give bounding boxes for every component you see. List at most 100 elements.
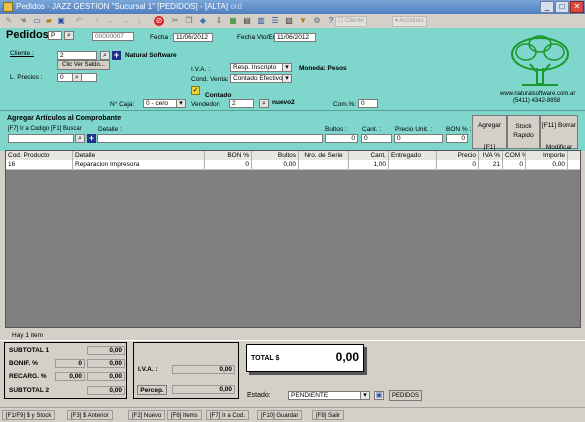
iva-label: I.V.A. : xyxy=(191,66,210,73)
shortcut-anterior[interactable]: [F3] $ Anterior xyxy=(67,410,113,420)
recarg-pct[interactable]: 0,00 xyxy=(55,372,85,381)
contado-checkbox[interactable]: ✓ xyxy=(191,86,200,95)
codigo-search-button[interactable]: ⌕ xyxy=(75,134,85,143)
iva-total-value: 0,00 xyxy=(172,365,235,374)
items-grid: Cod. Producto Detalle BON % Bultos Nro. … xyxy=(5,150,581,328)
toolbar: ✎ ☚ ▭ ▰ ▣ ↶ ↑ ← → ↓ ⊘ ✂ ❐ ◆ ⇩ ▦ ▤ ▥ ☰ ▧ … xyxy=(0,14,585,29)
acciones-toolbar-button[interactable]: ▾ Acciones xyxy=(392,16,427,27)
column-header[interactable]: COM % xyxy=(503,151,526,160)
cliente-field[interactable]: 2 xyxy=(57,51,97,60)
fecha-field[interactable]: 11/06/2012 xyxy=(173,33,213,42)
cell-codigo: 16 xyxy=(6,160,73,169)
report-icon[interactable]: ▧ xyxy=(284,16,294,26)
borrar-modificar-button[interactable]: [F11] Borrar Modificar xyxy=(540,115,578,151)
stock-rapido-button[interactable]: Stock Rapido xyxy=(507,115,540,149)
cell-precio: 0 xyxy=(437,160,479,169)
percep-button[interactable]: Percep. xyxy=(137,385,167,395)
undo-icon[interactable]: ↶ xyxy=(74,16,84,26)
agregar-button[interactable]: Agregar[F1] Buscar xyxy=(472,115,507,162)
cliente-search-button[interactable]: ⌕ xyxy=(100,51,110,60)
ncaja-label: N° Caja: xyxy=(110,101,135,108)
column-header[interactable]: Precio xyxy=(437,151,479,160)
vendedor-field[interactable]: 2 xyxy=(229,99,254,108)
detalle-field[interactable] xyxy=(97,134,323,143)
codigo-field[interactable] xyxy=(8,134,74,143)
column-header[interactable]: Detalle xyxy=(73,151,205,160)
filter-icon[interactable]: ▼ xyxy=(298,16,308,26)
com-field[interactable]: 0 xyxy=(358,99,378,108)
column-header[interactable]: Importe xyxy=(526,151,568,160)
next-record-icon[interactable]: → xyxy=(120,16,130,26)
doc-number-field[interactable]: 00000007 xyxy=(92,32,134,41)
bultos-field[interactable]: 0 xyxy=(325,134,358,143)
doc-search-button[interactable]: ⌕ xyxy=(64,31,74,40)
list-icon[interactable]: ☰ xyxy=(270,16,280,26)
com-label: Com.%: xyxy=(333,101,357,108)
bon-field[interactable]: 0 xyxy=(446,134,468,143)
column-header[interactable]: Cod. Producto xyxy=(6,151,73,160)
shortcut-salir[interactable]: [F8] Salir xyxy=(312,410,345,420)
shortcut-guardar[interactable]: [F10] Guardar xyxy=(257,410,303,420)
estado-select[interactable]: PENDIENTE xyxy=(288,391,370,400)
precio-field[interactable]: 0 xyxy=(394,134,443,143)
vendedor-search-button[interactable]: ⌕ xyxy=(259,99,269,108)
spreadsheet-icon[interactable]: ▦ xyxy=(228,16,238,26)
cant-field[interactable]: 0 xyxy=(361,134,392,143)
cell-serie xyxy=(299,160,349,169)
first-record-icon[interactable]: ↑ xyxy=(92,16,102,26)
shortcut-ir-cod[interactable]: [F7] Ir a Cod. xyxy=(206,410,250,420)
iva-total-label: I.V.A. : xyxy=(138,366,158,373)
hand-icon[interactable]: ☚ xyxy=(18,16,28,26)
open-folder-icon[interactable]: ▰ xyxy=(44,16,54,26)
calendar-icon[interactable]: ▥ xyxy=(256,16,266,26)
precio-label: Precio Unit. : xyxy=(395,126,433,133)
column-header[interactable]: BON % xyxy=(205,151,252,160)
contado-label: Contado xyxy=(205,92,232,99)
save-estado-icon[interactable]: ▣ xyxy=(374,391,384,400)
cell-cant: 1,00 xyxy=(349,160,389,169)
column-header[interactable]: Entregado xyxy=(389,151,437,160)
cell-com: 0 xyxy=(503,160,526,169)
shortcut-stock[interactable]: [F1/F9] $ y Stock xyxy=(2,410,56,420)
lprecios-search-button[interactable]: ⌕ xyxy=(72,73,82,82)
doc-letter-field[interactable]: P xyxy=(48,31,62,40)
column-header[interactable]: Nro. de Serie xyxy=(299,151,349,160)
column-header[interactable]: IVA % xyxy=(479,151,503,160)
bon-label: BON % : xyxy=(446,126,472,133)
new-document-icon[interactable]: ▭ xyxy=(32,16,42,26)
cond-venta-label: Cond. Venta: xyxy=(191,76,229,83)
edit-icon[interactable]: ✎ xyxy=(4,16,14,26)
column-header[interactable]: Cant. xyxy=(349,151,389,160)
cond-venta-select[interactable]: Contado Efectivo xyxy=(230,74,292,83)
save-icon[interactable]: ▣ xyxy=(56,16,66,26)
fecha-vto-field[interactable]: 11/06/2012 xyxy=(274,33,316,42)
cancel-icon[interactable]: ⊘ xyxy=(154,16,164,26)
export-icon[interactable]: ⇩ xyxy=(214,16,224,26)
previous-record-icon[interactable]: ← xyxy=(106,16,116,26)
cut-icon[interactable]: ✂ xyxy=(170,16,180,26)
shortcut-items[interactable]: [F6] Items xyxy=(167,410,202,420)
table-row[interactable]: 16 Reparacion Impresora 0 0,00 1,00 0 21… xyxy=(6,160,580,170)
close-button[interactable]: ✕ xyxy=(570,1,584,13)
ver-saldo-button[interactable]: Clic Ver Saldo... xyxy=(57,60,110,70)
bonif-pct[interactable]: 0 xyxy=(55,359,85,368)
cliente-toolbar-button[interactable]: ☐ Cliente xyxy=(335,16,367,27)
pedidos-button[interactable]: PEDIDOS xyxy=(389,390,422,401)
maximize-button[interactable]: □ xyxy=(555,1,569,13)
ncaja-select[interactable]: 0 - cero xyxy=(143,99,186,108)
iva-select[interactable]: Resp. Inscripto xyxy=(230,63,292,72)
company-phone: (5411) 4342-8858 xyxy=(513,98,561,104)
copy-icon[interactable]: ❐ xyxy=(184,16,194,26)
last-record-icon[interactable]: ↓ xyxy=(134,16,144,26)
articles-hint: [F7] Ir a Codigo [F1] Buscar xyxy=(8,126,82,132)
print-icon[interactable]: ▤ xyxy=(242,16,252,26)
items-count: Hay 1 item xyxy=(12,332,44,339)
shortcut-nuevo[interactable]: [F2] Nuevo xyxy=(128,410,166,420)
paste-icon[interactable]: ◆ xyxy=(198,16,208,26)
add-article-button[interactable]: + xyxy=(87,134,96,143)
settings-icon[interactable]: ⚙ xyxy=(312,16,322,26)
bonif-value: 0,00 xyxy=(87,359,125,368)
minimize-button[interactable]: _ xyxy=(540,1,554,13)
add-cliente-button[interactable]: + xyxy=(112,51,121,60)
column-header[interactable]: Bultos xyxy=(252,151,299,160)
